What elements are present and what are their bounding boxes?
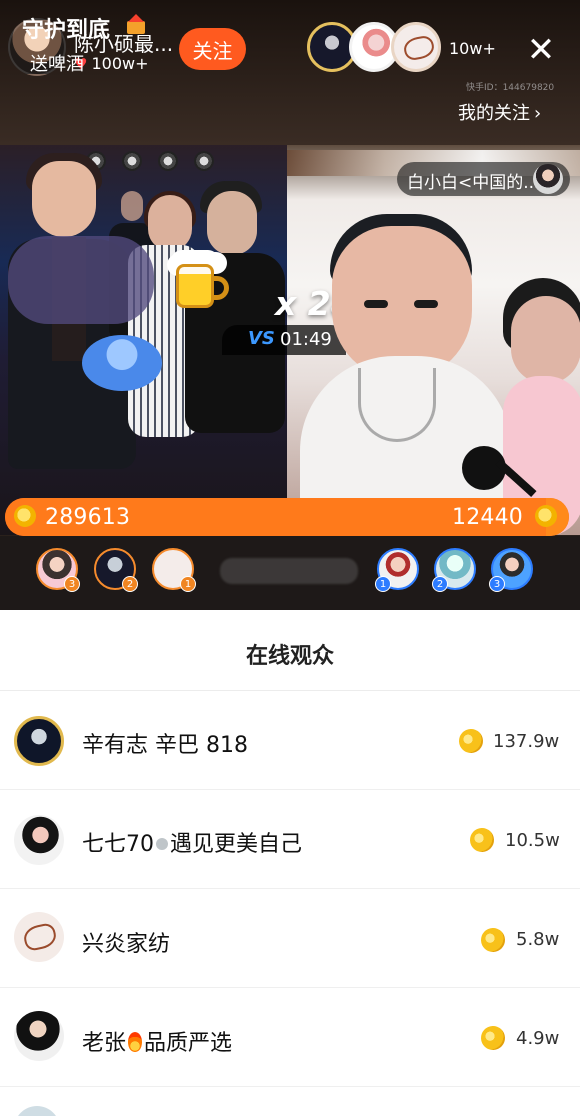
audience-avatar[interactable] [14, 815, 64, 865]
video-person [503, 278, 580, 536]
stage-light [194, 151, 214, 171]
coin-icon [14, 505, 36, 527]
live-stream-area: 陈小硕最... ♥ 100w+ 关注 10w+ ✕ 快手ID：144679820 … [0, 0, 580, 610]
audience-avatar[interactable] [14, 912, 64, 962]
beer-mug-icon [168, 248, 232, 312]
host-likes: ♥ 100w+ [74, 54, 148, 73]
audience-coins: 10.5w [505, 830, 560, 851]
right-rank-avatar-2[interactable]: 2 [432, 548, 476, 592]
rank-badge: 2 [122, 576, 138, 592]
left-rank-avatar-2[interactable]: 2 [94, 548, 138, 592]
rank-badge: 1 [375, 576, 391, 592]
row-divider [0, 1086, 580, 1087]
gift-title: 守护到底 [22, 18, 111, 43]
blurred-area [220, 558, 358, 584]
audience-coins: 5.8w [516, 929, 560, 950]
audience-name-part: 老张 [82, 1031, 127, 1056]
gem-icon [156, 838, 168, 850]
audience-name-part: 七七70 [82, 832, 154, 857]
fire-icon [128, 1032, 143, 1052]
sheet-divider [0, 690, 580, 691]
audience-coins: 137.9w [493, 731, 560, 752]
video-person [185, 181, 285, 451]
left-score: 289613 [45, 505, 131, 530]
right-rank-avatar-1[interactable]: 1 [375, 548, 419, 592]
opponent-name: 白小白<中国的... [407, 173, 540, 193]
right-rank-avatar-3[interactable]: 3 [489, 548, 533, 592]
audience-name[interactable]: 老张 品质严选 [82, 1025, 232, 1057]
row-divider [0, 789, 580, 790]
audience-name[interactable]: 七七70 遇见更美自己 [82, 826, 302, 858]
viewer-count[interactable]: 10w+ [449, 39, 496, 58]
audience-name-part: 遇见更美自己 [170, 832, 303, 857]
chevron-right-icon: › [534, 103, 542, 124]
audience-coins: 4.9w [516, 1028, 560, 1049]
live-room-app: 陈小硕最... ♥ 100w+ 关注 10w+ ✕ 快手ID：144679820 … [0, 0, 580, 1116]
left-rank-avatar-3[interactable]: 3 [36, 548, 80, 592]
gift-subtitle: 送啤酒 [30, 54, 84, 75]
microphone [462, 446, 506, 490]
my-follow-link[interactable]: 我的关注 › [458, 99, 541, 125]
rank-badge: 3 [489, 576, 505, 592]
vs-icon: VS [248, 328, 275, 349]
close-icon[interactable]: ✕ [524, 33, 558, 67]
audience-title: 在线观众 [245, 644, 334, 669]
audience-name[interactable]: 辛有志 辛巴 818 [82, 727, 248, 759]
viewer-avatar-3[interactable] [391, 22, 441, 72]
rank-badge: 2 [432, 576, 448, 592]
likes-count: 100w+ [91, 54, 149, 73]
right-score: 12440 [452, 505, 523, 530]
left-rank-avatar-1[interactable]: 1 [152, 548, 196, 592]
audience-avatar[interactable] [14, 1011, 64, 1061]
row-divider [0, 987, 580, 988]
stage-light [158, 151, 178, 171]
rank-badge: 1 [180, 576, 196, 592]
gift-banner[interactable] [8, 236, 154, 324]
house-icon [126, 14, 146, 35]
row-divider [0, 888, 580, 889]
coin-icon [535, 505, 557, 527]
water-tub [82, 335, 162, 391]
opponent-avatar[interactable] [533, 164, 563, 194]
kuaishou-id: 快手ID：144679820 [466, 83, 555, 93]
audience-avatar[interactable] [14, 716, 64, 766]
audience-name[interactable]: 兴炎家纺 [82, 926, 170, 958]
my-follow-label: 我的关注 [458, 103, 530, 124]
follow-button[interactable]: 关注 [179, 28, 246, 70]
rank-badge: 3 [64, 576, 80, 592]
audience-name-part: 品质严选 [144, 1031, 233, 1056]
